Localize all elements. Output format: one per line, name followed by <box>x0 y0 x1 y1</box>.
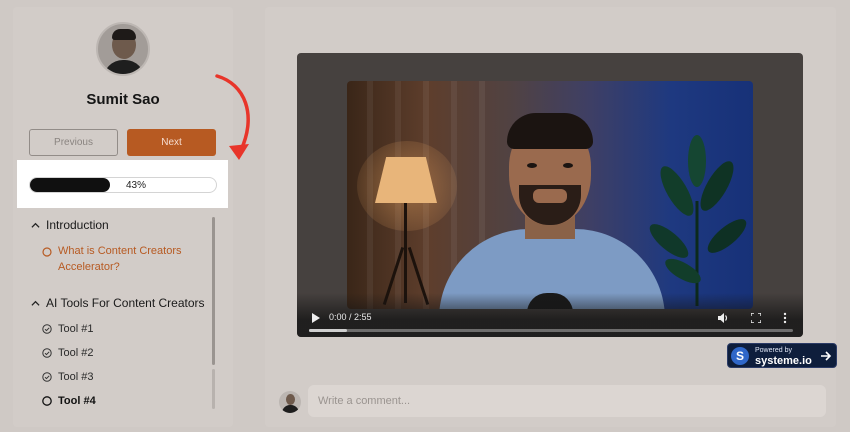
chevron-up-icon <box>31 300 40 306</box>
check-circle-icon <box>42 348 52 358</box>
author-name: Sumit Sao <box>86 91 160 108</box>
seek-bar[interactable] <box>309 329 793 332</box>
author-avatar <box>96 22 150 76</box>
lesson-item-tool-2[interactable]: Tool #2 <box>42 347 93 359</box>
lesson-label: Tool #1 <box>58 323 94 335</box>
sidebar-scrollbar[interactable] <box>212 217 215 365</box>
lesson-item-tool-3[interactable]: Tool #3 <box>42 371 93 383</box>
comment-input[interactable] <box>308 385 826 417</box>
next-button[interactable]: Next <box>127 129 216 156</box>
systeme-logo: S <box>731 347 749 365</box>
time-display: 0:00 / 2:55 <box>329 312 372 322</box>
circle-icon <box>42 396 52 406</box>
lesson-label: Tool #3 <box>58 371 94 383</box>
section-title-label: AI Tools For Content Creators <box>46 296 205 310</box>
section-ai-tools[interactable]: AI Tools For Content Creators <box>31 296 205 310</box>
circle-icon <box>42 247 52 257</box>
annotation-arrow-icon <box>215 74 250 160</box>
lesson-item-tool-4[interactable]: Tool #4 <box>42 395 96 407</box>
badge-small-text: Powered by <box>755 347 792 354</box>
previous-button[interactable]: Previous <box>29 129 118 156</box>
player-controls: 0:00 / 2:55 <box>297 293 803 337</box>
lesson-label: Tool #2 <box>58 347 94 359</box>
progress-label: 43% <box>126 180 147 191</box>
progress-bar-fill <box>30 178 110 192</box>
powered-by-badge[interactable]: S Powered by systeme.io <box>727 343 837 368</box>
plant-icon <box>649 135 747 306</box>
arrow-right-icon <box>821 351 832 361</box>
seek-bar-fill <box>309 329 347 332</box>
progress-highlight: 43% <box>17 160 228 208</box>
play-icon[interactable] <box>311 313 321 323</box>
check-circle-icon <box>42 372 52 382</box>
progress-bar: 43% <box>29 177 217 193</box>
section-title-label: Introduction <box>46 218 109 232</box>
video-player[interactable]: 0:00 / 2:55 <box>297 53 803 337</box>
sidebar-scroll-track <box>212 369 215 409</box>
lesson-item-tool-1[interactable]: Tool #1 <box>42 323 93 335</box>
fullscreen-icon[interactable] <box>751 313 761 323</box>
more-icon[interactable] <box>783 312 787 324</box>
lesson-label: Tool #4 <box>58 395 96 407</box>
commenter-avatar <box>279 391 301 413</box>
volume-icon[interactable] <box>717 312 729 324</box>
course-sidebar: Sumit Sao Previous Next Introduction Wha… <box>13 7 233 427</box>
lesson-label: What is Content Creators Accelerator? <box>58 245 182 273</box>
chevron-up-icon <box>31 222 40 228</box>
badge-brand-text: systeme.io <box>755 355 812 367</box>
video-frame[interactable] <box>347 81 753 309</box>
lesson-item-current[interactable]: What is Content Creators Accelerator? <box>42 243 192 275</box>
check-circle-icon <box>42 324 52 334</box>
section-introduction[interactable]: Introduction <box>31 218 109 232</box>
